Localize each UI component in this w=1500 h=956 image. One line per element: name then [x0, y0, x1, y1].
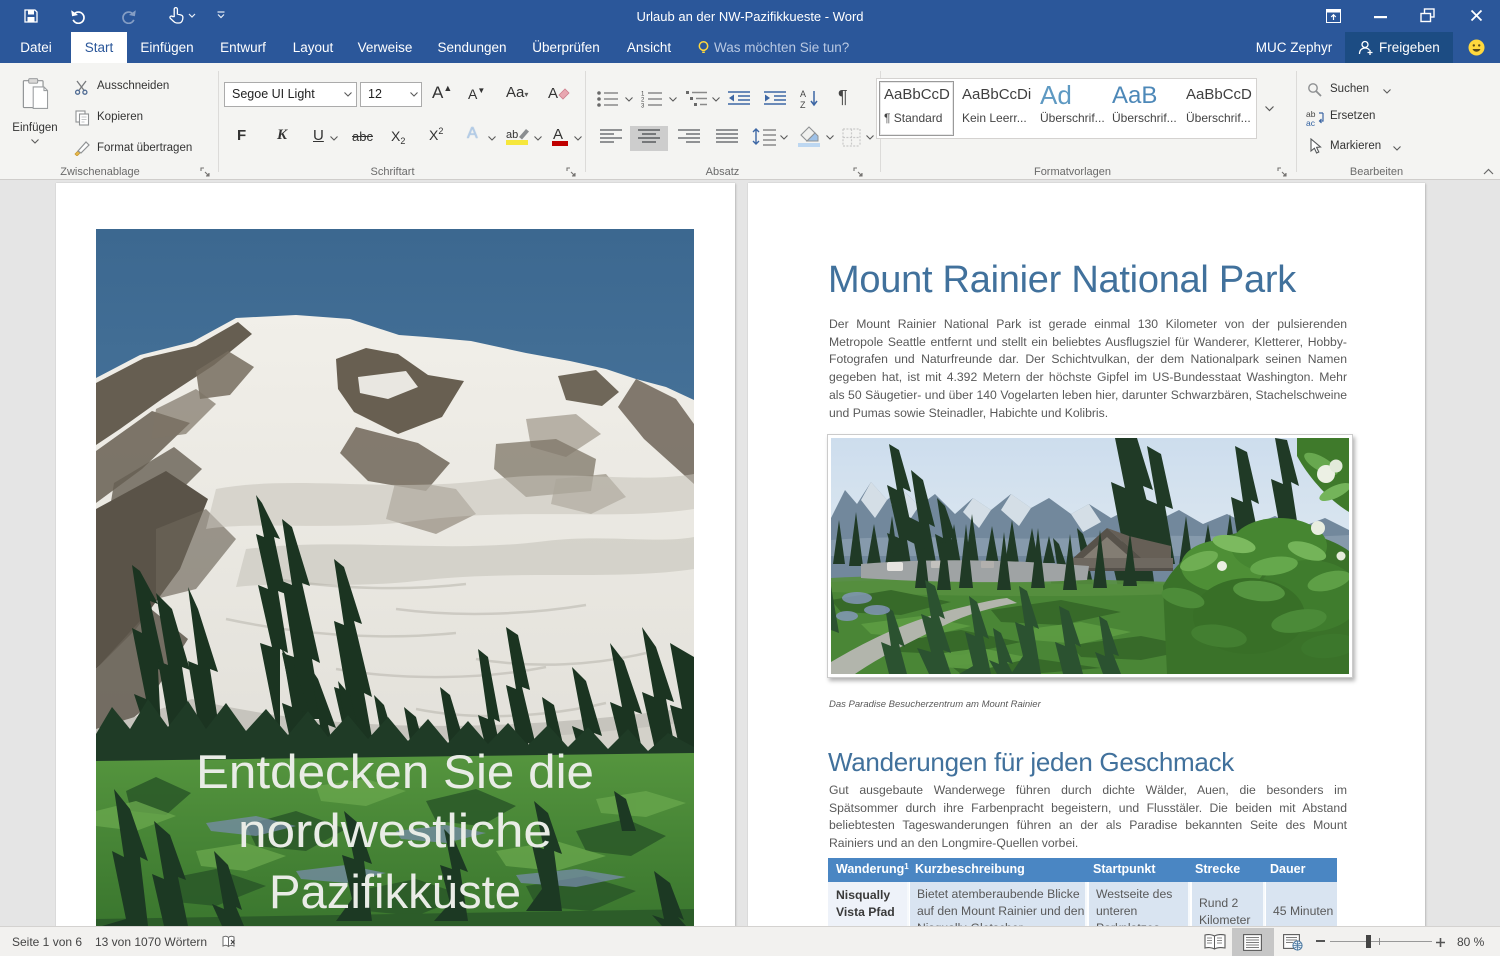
svg-text:3: 3: [641, 104, 645, 109]
svg-text:A: A: [553, 126, 563, 143]
svg-text:ab: ab: [506, 129, 518, 141]
svg-text:Entdecken Sie die: Entdecken Sie die: [196, 745, 594, 798]
svg-text:Pazifikküste: Pazifikküste: [269, 865, 521, 918]
svg-text:Z: Z: [800, 100, 806, 109]
svg-text:nordwestliche: nordwestliche: [238, 804, 552, 857]
svg-text:A: A: [800, 89, 806, 99]
svg-text:A: A: [548, 85, 558, 102]
svg-text:ac: ac: [1306, 118, 1316, 126]
